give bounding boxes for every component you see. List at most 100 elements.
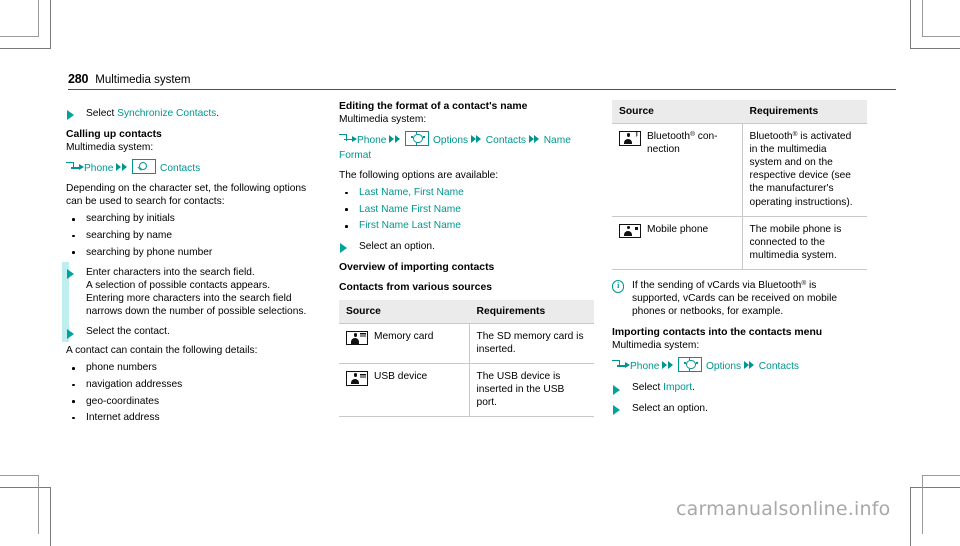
menu-item-contacts[interactable]: Contacts	[160, 163, 200, 174]
double-chevron-icon	[528, 134, 541, 144]
step-suffix: .	[216, 108, 220, 119]
paragraph-depending-character-set: Depending on the character set, the foll…	[66, 183, 307, 208]
menu-path-phone-contacts[interactable]: Phone Contacts	[66, 159, 314, 176]
source-label: USB device	[374, 371, 428, 383]
menu-path-phone-options-contacts-nameformat[interactable]: Phone Options Contacts Name Format	[339, 131, 594, 163]
step-select-synchronize-contacts[interactable]: Select Synchronize Contacts.	[66, 107, 314, 121]
menu-item-contacts[interactable]: Contacts	[759, 361, 799, 372]
req-text-pre: Bluetooth	[749, 131, 793, 143]
column-header-source: Source	[339, 299, 470, 324]
contact-card-icon	[346, 330, 368, 346]
menu-item-options[interactable]: Options	[706, 361, 741, 372]
heading-contacts-various-sources: Contacts from various sources	[339, 281, 493, 293]
req-text-post: is activated in the multimedia system an…	[749, 131, 853, 208]
paragraph-following-options: The following options are available:	[339, 170, 499, 182]
label-multimedia-system-1: Multimedia system:	[66, 142, 154, 154]
menu-path-phone-options-contacts[interactable]: Phone Options Contacts	[612, 357, 867, 374]
menu-item-options[interactable]: Options	[433, 135, 468, 146]
step-prefix: Select	[632, 382, 664, 394]
list-item: searching by phone number	[66, 246, 314, 259]
list-name-format-options: Last Name, First Name Last Name First Na…	[339, 186, 594, 232]
crop-mark-bottom-left-inner	[0, 475, 39, 534]
list-item: Internet address	[66, 411, 314, 424]
column-header-source: Source	[612, 100, 743, 125]
table-row: USB device The USB device is inserted in…	[339, 363, 594, 418]
source-label: Bluetooth® con-nection	[647, 130, 735, 156]
source-text-pre: Bluetooth	[647, 131, 691, 143]
column-left: Select Synchronize Contacts. Calling up …	[66, 100, 314, 428]
table-row: Mobile phone The mobile phone is connect…	[612, 216, 867, 270]
menu-item-contacts[interactable]: Contacts	[486, 135, 526, 146]
watermark: carmanualsonline.info	[676, 498, 891, 520]
step-suffix: .	[692, 382, 695, 394]
list-item: searching by name	[66, 229, 314, 242]
label-multimedia-system-3: Multimedia system:	[612, 340, 700, 352]
search-box-icon[interactable]	[132, 159, 157, 175]
heading-overview-importing: Overview of importing contacts	[339, 261, 495, 273]
page-title: Multimedia system	[95, 74, 191, 86]
menu-item-phone[interactable]: Phone	[630, 361, 659, 372]
list-item: searching by initials	[66, 212, 314, 225]
cell-requirements: The SD memory card is inserted.	[468, 323, 594, 365]
list-item: geo-coordinates	[66, 395, 314, 408]
options-gear-box-icon[interactable]	[678, 357, 703, 373]
step-enter-characters[interactable]: Enter characters into the search field. …	[66, 266, 314, 318]
table-header-row: Source Requirements	[339, 299, 594, 324]
list-item[interactable]: First Name Last Name	[339, 219, 594, 232]
menu-item-phone[interactable]: Phone	[84, 163, 113, 174]
paragraph-contact-details: A contact can contain the following deta…	[66, 345, 258, 357]
list-item[interactable]: Last Name First Name	[339, 203, 594, 216]
column-right: Source Requirements ᛒ Bluetooth® con-nec…	[612, 100, 867, 415]
step-prefix: Select	[86, 108, 118, 119]
enter-arrow-icon	[66, 162, 84, 172]
label-multimedia-system-2: Multimedia system:	[339, 114, 427, 126]
column-header-requirements: Requirements	[468, 299, 594, 324]
note-text-pre: If the sending of vCards via Bluetooth	[632, 279, 802, 291]
column-middle: Editing the format of a contact's name M…	[339, 100, 594, 418]
table-row: ᛒ Bluetooth® con-nection Bluetooth® is a…	[612, 123, 867, 217]
cell-requirements: Bluetooth® is activated in the multimedi…	[741, 123, 867, 217]
list-item[interactable]: Last Name, First Name	[339, 186, 594, 199]
list-contact-details: phone numbers navigation addresses geo-c…	[66, 361, 314, 424]
heading-importing-contacts: Importing contacts into the contacts men…	[612, 327, 823, 339]
table-header-row: Source Requirements	[612, 100, 867, 125]
link-import[interactable]: Import	[663, 382, 692, 393]
table-row: Memory card The SD memory card is insert…	[339, 323, 594, 365]
step-select-an-option-right[interactable]: Select an option.	[612, 402, 867, 415]
crop-mark-bottom-right-inner	[922, 475, 960, 534]
enter-arrow-icon	[339, 134, 357, 144]
cell-requirements: The mobile phone is connected to the mul…	[741, 216, 867, 270]
note-vcards-bluetooth: i If the sending of vCards via Bluetooth®…	[612, 279, 867, 318]
step-select-the-contact[interactable]: Select the contact.	[66, 325, 314, 339]
info-circle-icon: i	[612, 280, 625, 293]
step-select-an-option-middle[interactable]: Select an option.	[339, 240, 594, 254]
list-search-options: searching by initials searching by name …	[66, 212, 314, 258]
double-chevron-icon	[470, 134, 483, 144]
crop-mark-top-right-inner	[922, 0, 960, 37]
cell-requirements: The USB device is inserted in the USB po…	[468, 363, 594, 418]
column-header-requirements: Requirements	[741, 100, 867, 125]
step-select-import[interactable]: Select Import.	[612, 381, 867, 395]
source-label: Memory card	[374, 330, 434, 342]
header-rule	[68, 89, 896, 90]
list-item: phone numbers	[66, 361, 314, 374]
double-chevron-icon	[389, 134, 401, 144]
heading-calling-up-contacts: Calling up contacts	[66, 129, 162, 141]
source-label: Mobile phone	[647, 223, 709, 235]
table-contacts-sources-continued: Source Requirements ᛒ Bluetooth® con-nec…	[612, 100, 867, 270]
double-chevron-icon	[662, 360, 674, 370]
crop-mark-top-left-inner	[0, 0, 39, 37]
running-head: 280 Multimedia system	[68, 72, 896, 86]
contact-card-icon	[346, 371, 368, 386]
enter-arrow-icon	[612, 360, 630, 370]
contact-card-bluetooth-icon: ᛒ	[619, 131, 641, 146]
cell-source: Mobile phone	[612, 216, 743, 270]
options-gear-box-icon[interactable]	[405, 131, 430, 147]
page-number: 280	[68, 72, 89, 86]
cell-source: ᛒ Bluetooth® con-nection	[612, 123, 743, 217]
double-chevron-icon	[743, 360, 756, 370]
link-synchronize-contacts[interactable]: Synchronize Contacts	[117, 108, 216, 119]
menu-item-phone[interactable]: Phone	[357, 135, 386, 146]
contact-card-mobile-icon	[619, 223, 641, 239]
cell-source: Memory card	[339, 323, 470, 365]
